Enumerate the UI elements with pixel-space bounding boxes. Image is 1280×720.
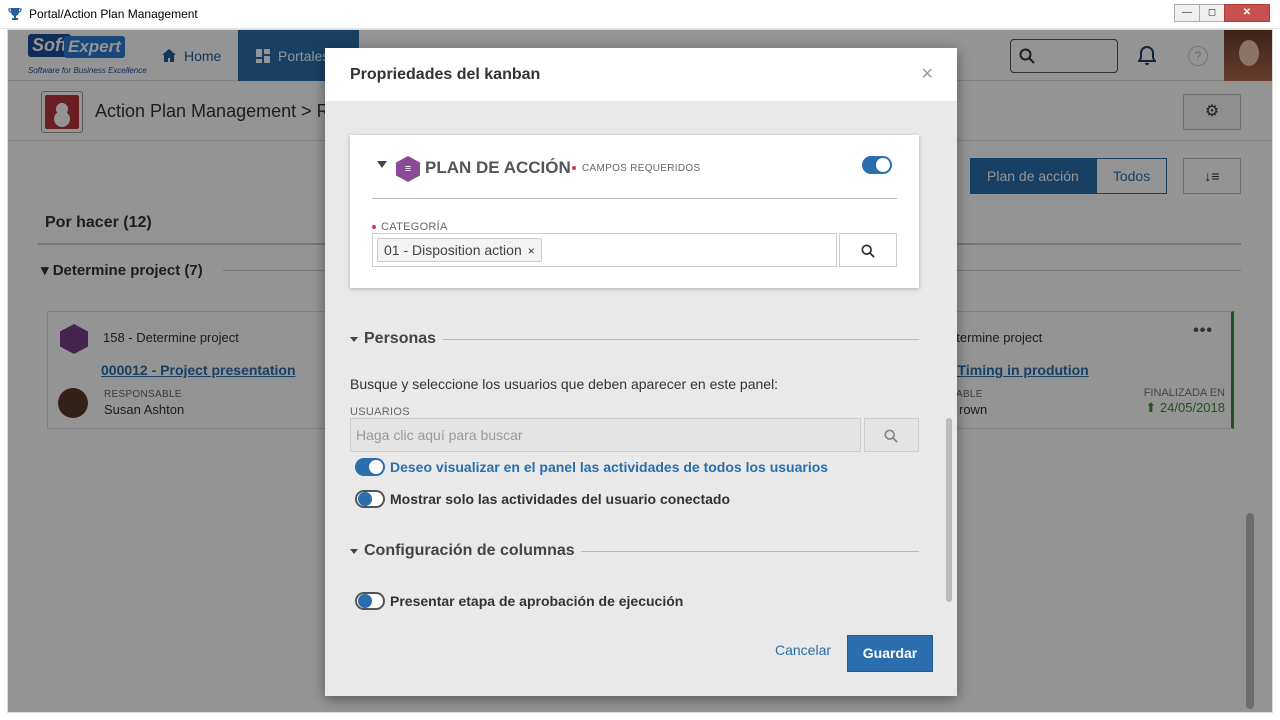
approval-stage-toggle[interactable]: [355, 592, 385, 610]
personas-section-header[interactable]: Personas: [350, 330, 436, 348]
trophy-icon: [8, 8, 22, 20]
only-mine-toggle[interactable]: [355, 490, 385, 508]
search-icon: [884, 429, 898, 443]
action-plan-icon: ≡: [396, 156, 420, 182]
plan-title: PLAN DE ACCIÓN: [425, 158, 571, 177]
section-divider: [443, 339, 919, 340]
dialog-scrollbar[interactable]: [946, 418, 952, 602]
window-titlebar: Portal/Action Plan Management — ◻ ✕: [0, 0, 1280, 29]
required-dot: [372, 225, 376, 229]
panel-divider: [372, 198, 897, 199]
approval-stage-label: Presentar etapa de aprobación de ejecuci…: [390, 593, 684, 609]
dialog-title: Propriedades del kanban: [350, 66, 541, 83]
category-label: CATEGORÍA: [381, 221, 448, 233]
plan-de-accion-panel: ≡ PLAN DE ACCIÓN CAMPOS REQUERIDOS CATEG…: [350, 135, 919, 288]
category-chip-label: 01 - Disposition action: [384, 242, 522, 258]
dialog-header: Propriedades del kanban ×: [325, 48, 957, 101]
collapse-caret-icon[interactable]: [377, 161, 387, 168]
maximize-icon: ◻: [1207, 7, 1217, 18]
close-window-button[interactable]: ✕: [1224, 4, 1270, 22]
personas-title: Personas: [364, 330, 437, 347]
plan-enabled-toggle[interactable]: [862, 156, 892, 174]
window-title: Portal/Action Plan Management: [29, 7, 198, 21]
personas-description: Busque y seleccione los usuarios que deb…: [350, 376, 779, 392]
maximize-button[interactable]: ◻: [1199, 4, 1225, 22]
required-note: CAMPOS REQUERIDOS: [582, 163, 701, 174]
all-users-label: Deseo visualizar en el panel las activid…: [390, 459, 829, 475]
minimize-icon: —: [1182, 7, 1192, 18]
section-divider: [581, 551, 919, 552]
chip-remove-icon[interactable]: ×: [528, 244, 535, 258]
users-search-input[interactable]: Haga clic aquí para buscar: [350, 418, 861, 452]
cancel-button[interactable]: Cancelar: [775, 642, 831, 658]
search-icon: [861, 244, 875, 258]
kanban-properties-dialog: Propriedades del kanban × ≡ PLAN DE ACCI…: [325, 48, 957, 696]
category-chip: 01 - Disposition action ×: [377, 238, 542, 262]
collapse-caret-icon: [350, 336, 358, 342]
collapse-caret-icon: [350, 548, 358, 554]
only-mine-label: Mostrar solo las actividades del usuario…: [390, 491, 730, 507]
required-dot: [572, 166, 576, 170]
save-button[interactable]: Guardar: [847, 635, 933, 672]
minimize-button[interactable]: —: [1174, 4, 1200, 22]
close-icon: ✕: [1242, 7, 1252, 18]
close-icon[interactable]: ×: [921, 63, 933, 86]
category-search-button[interactable]: [839, 233, 897, 267]
columns-title: Configuración de columnas: [364, 542, 575, 559]
app-window: Soft Expert Software for Business Excell…: [7, 29, 1273, 713]
users-label: USUARIOS: [350, 406, 410, 418]
all-users-toggle[interactable]: [355, 458, 385, 476]
users-search-button[interactable]: [864, 418, 919, 452]
category-field[interactable]: 01 - Disposition action ×: [372, 233, 837, 267]
columns-section-header[interactable]: Configuración de columnas: [350, 542, 575, 560]
